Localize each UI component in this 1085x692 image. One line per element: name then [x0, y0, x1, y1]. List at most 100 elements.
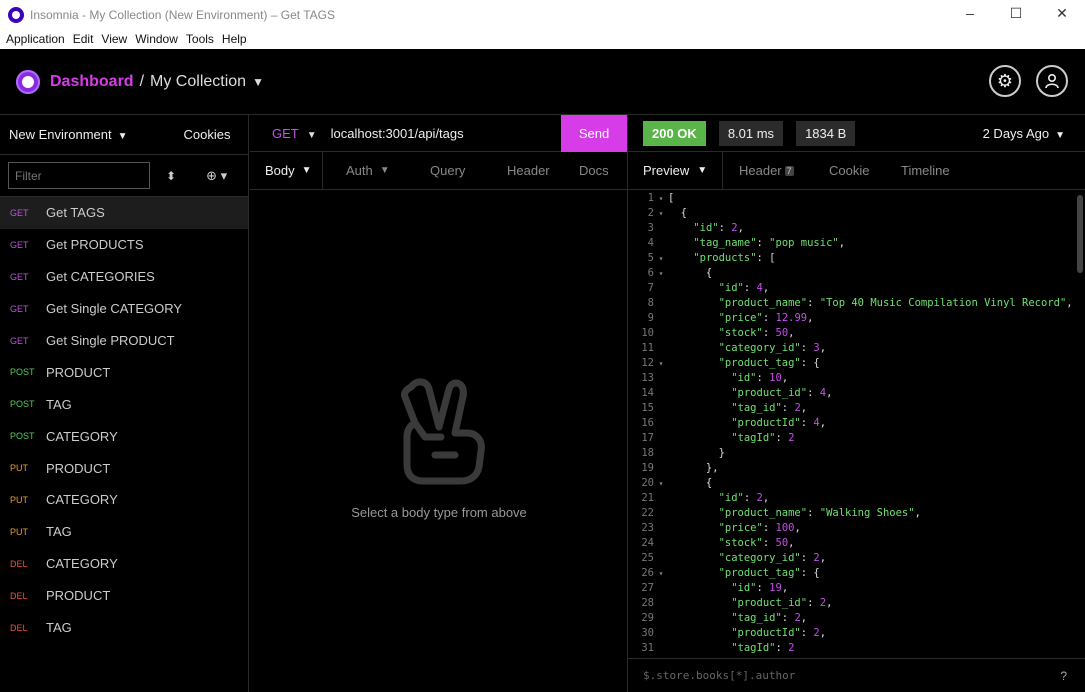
breadcrumb-dashboard[interactable]: Dashboard	[50, 73, 134, 91]
method-badge: POST	[10, 399, 35, 410]
tab-response-header-label: Header	[739, 163, 782, 178]
line-number: 21	[641, 492, 654, 504]
request-name: CATEGORY	[46, 492, 118, 508]
method-badge: GET	[10, 303, 29, 314]
history-dropdown[interactable]: 2 Days Ago ▼	[983, 126, 1065, 141]
tab-response-header[interactable]: Header 7	[723, 152, 813, 190]
insomnia-logo[interactable]	[16, 69, 40, 94]
line-number: 8	[647, 297, 654, 309]
minimize-icon[interactable]: –	[947, 0, 993, 29]
account-button[interactable]	[1036, 65, 1068, 97]
fold-gutter	[654, 431, 668, 446]
settings-button[interactable]: ⚙	[989, 65, 1021, 97]
fold-arrow-icon[interactable]: ▾	[654, 476, 668, 491]
request-item[interactable]: POST TAG	[0, 388, 248, 420]
request-item[interactable]: DEL CATEGORY	[0, 548, 248, 580]
fold-arrow-icon[interactable]: ▾	[654, 251, 668, 266]
menu-tools[interactable]: Tools	[186, 32, 214, 46]
fold-arrow-icon[interactable]: ▾	[654, 266, 668, 281]
request-item[interactable]: GET Get TAGS	[0, 197, 248, 229]
tab-query[interactable]: Query	[395, 152, 475, 190]
fold-gutter	[654, 401, 668, 416]
code-text: {	[668, 207, 687, 219]
url-input[interactable]: localhost:3001/api/tags	[331, 126, 464, 141]
tab-body[interactable]: Body ▼	[250, 152, 322, 190]
code-line: 30 "productId": 2,	[628, 626, 1078, 641]
breadcrumb-collection[interactable]: My Collection	[150, 73, 246, 91]
environment-selector[interactable]: New Environment ▼	[9, 127, 128, 142]
send-button[interactable]: Send	[561, 115, 627, 152]
code-text: {	[668, 477, 713, 489]
method-badge: GET	[10, 239, 29, 250]
chevron-down-icon: ▼	[697, 165, 708, 176]
code-line: 14 "product_id": 4,	[628, 386, 1078, 401]
request-item[interactable]: DEL TAG	[0, 612, 248, 644]
request-item[interactable]: DEL PRODUCT	[0, 580, 248, 612]
request-item[interactable]: GET Get Single PRODUCT	[0, 325, 248, 357]
add-icon[interactable]: ⊕ ▾	[206, 168, 227, 184]
method-selector[interactable]: GET ▼	[272, 126, 317, 141]
request-item[interactable]: PUT CATEGORY	[0, 484, 248, 516]
request-item[interactable]: GET Get PRODUCTS	[0, 229, 248, 261]
fold-gutter	[654, 326, 668, 341]
request-item[interactable]: POST CATEGORY	[0, 420, 248, 452]
filter-input[interactable]	[8, 162, 150, 189]
fold-gutter	[654, 551, 668, 566]
code-line: 31 "tagId": 2	[628, 641, 1078, 656]
tab-auth[interactable]: Auth ▼	[323, 152, 395, 190]
tab-timeline[interactable]: Timeline	[887, 152, 967, 190]
code-text: "productId": 2,	[731, 627, 827, 639]
fold-gutter	[654, 611, 668, 626]
tab-preview[interactable]: Preview ▼	[628, 152, 722, 190]
line-number: 5	[647, 252, 654, 264]
fold-gutter	[654, 626, 668, 641]
request-pane: GET ▼ localhost:3001/api/tags Send Body ▼ …	[250, 115, 628, 692]
menu-application[interactable]: Application	[6, 32, 65, 46]
line-number: 12	[641, 357, 654, 369]
line-number: 30	[641, 627, 654, 639]
fold-arrow-icon[interactable]: ▾	[654, 206, 668, 221]
help-icon[interactable]: ?	[1060, 669, 1067, 683]
line-number: 19	[641, 462, 654, 474]
code-text: "price": 100,	[718, 522, 801, 534]
menu-window[interactable]: Window	[135, 32, 178, 46]
code-text: "stock": 50,	[718, 537, 795, 549]
tab-header[interactable]: Header	[475, 152, 555, 190]
menu-help[interactable]: Help	[222, 32, 247, 46]
response-body-viewer[interactable]: 1 ▾[2 ▾ {3 "id": 2, 4 "tag_name": "pop musi…	[628, 191, 1078, 657]
cookies-button[interactable]: Cookies	[184, 127, 231, 142]
sort-icon[interactable]: ⬍	[166, 169, 176, 183]
maximize-icon[interactable]: ☐	[993, 0, 1039, 29]
request-item[interactable]: GET Get Single CATEGORY	[0, 293, 248, 325]
request-item[interactable]: GET Get CATEGORIES	[0, 261, 248, 293]
response-filter-input[interactable]: $.store.books[*].author	[643, 669, 795, 682]
fold-gutter	[654, 446, 668, 461]
code-text: "category_id": 2,	[718, 552, 827, 564]
line-number: 31	[641, 642, 654, 654]
request-name: PRODUCT	[46, 364, 111, 380]
tab-cookie[interactable]: Cookie	[813, 152, 887, 190]
menu-edit[interactable]: Edit	[73, 32, 94, 46]
fold-arrow-icon[interactable]: ▾	[654, 191, 668, 206]
fold-arrow-icon[interactable]: ▾	[654, 566, 668, 581]
code-line: 23 "price": 100,	[628, 521, 1078, 536]
tab-preview-label: Preview	[643, 163, 690, 178]
request-name: Get Single PRODUCT	[46, 333, 175, 348]
tab-docs[interactable]: Docs	[555, 152, 627, 190]
fold-gutter	[654, 296, 668, 311]
close-icon[interactable]: ✕	[1039, 0, 1085, 29]
request-item[interactable]: PUT TAG	[0, 516, 248, 548]
line-number: 3	[647, 222, 654, 234]
chevron-down-icon[interactable]: ▼	[252, 75, 264, 89]
line-number: 22	[641, 507, 654, 519]
response-scrollbar[interactable]	[1077, 195, 1083, 273]
code-text: "price": 12.99,	[718, 312, 814, 324]
header-count-badge: 7	[784, 165, 794, 176]
request-item[interactable]: PUT PRODUCT	[0, 452, 248, 484]
request-name: PRODUCT	[46, 460, 111, 476]
request-item[interactable]: POST PRODUCT	[0, 356, 248, 388]
fold-arrow-icon[interactable]: ▾	[654, 356, 668, 371]
menu-view[interactable]: View	[101, 32, 127, 46]
code-text: "stock": 50,	[718, 327, 795, 339]
insomnia-app-icon	[8, 6, 24, 23]
